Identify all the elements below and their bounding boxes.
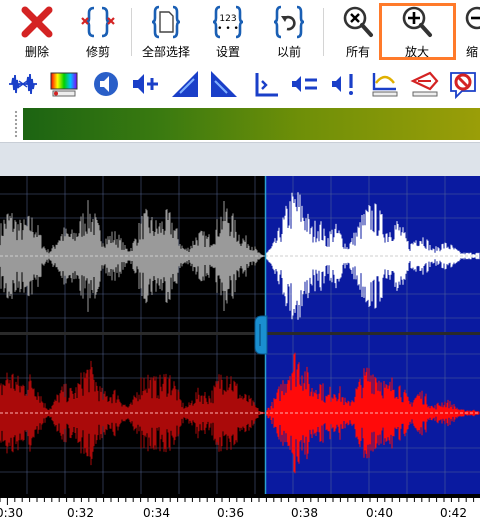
time-label: 0:42 (440, 506, 467, 518)
noise-removal-icon[interactable] (448, 69, 478, 99)
svg-text:123: 123 (219, 14, 236, 24)
time-label: 0:32 (67, 506, 94, 518)
spectrum-color-icon[interactable] (49, 69, 79, 99)
undo-arrow-icon (273, 5, 305, 39)
zoom-out-label: 缩 (466, 45, 479, 59)
settings-numbers-icon: 123 • • • (212, 5, 244, 39)
zoom-all-label: 所有 (345, 45, 370, 59)
time-label: 0:40 (366, 506, 393, 518)
zoom-all-button[interactable]: 所有 (340, 4, 376, 62)
delete-button[interactable]: 删除 (18, 4, 56, 62)
toolbar-separator (323, 8, 324, 56)
svg-text:• • •: • • • (217, 24, 239, 34)
select-all-icon (151, 5, 181, 39)
delete-x-icon (21, 6, 53, 38)
trim-label: 修剪 (85, 45, 110, 59)
fade-out-icon[interactable] (209, 69, 239, 99)
time-label: 0:38 (291, 506, 318, 518)
level-meter-bar (0, 104, 480, 142)
equalize-icon[interactable] (290, 69, 320, 99)
channel-divider (0, 332, 480, 335)
normalize-icon[interactable] (252, 69, 282, 99)
reverse-arrow-icon[interactable] (410, 69, 440, 99)
toolbar-grip[interactable] (14, 110, 18, 138)
waveform-compress-icon[interactable] (8, 69, 38, 99)
zoom-out-button[interactable]: 缩 (462, 4, 480, 62)
undo-label: 以前 (276, 45, 301, 59)
trim-braces-icon (81, 6, 115, 38)
effects-toolbar (0, 64, 480, 104)
time-label: 0:34 (143, 506, 170, 518)
trim-button[interactable]: 修剪 (78, 4, 118, 62)
alert-volume-icon[interactable] (330, 69, 360, 99)
time-label: 0:36 (217, 506, 244, 518)
select-all-label: 全部选择 (141, 45, 190, 59)
zoom-in-highlight (379, 3, 456, 60)
delete-label: 删除 (24, 45, 49, 59)
speaker-icon[interactable] (91, 69, 121, 99)
select-all-button[interactable]: 全部选择 (140, 4, 192, 62)
magnifier-x-icon (343, 6, 373, 37)
amplify-icon[interactable] (130, 69, 160, 99)
undo-button[interactable]: 以前 (269, 4, 309, 62)
waveform-overview-strip[interactable] (0, 142, 480, 177)
settings-label: 设置 (215, 45, 240, 59)
pitch-slider-icon[interactable] (370, 69, 400, 99)
settings-button[interactable]: 123 • • • 设置 (208, 4, 248, 62)
waveform-editor[interactable] (0, 176, 480, 494)
timeline-ruler[interactable]: 0:30 0:32 0:34 0:36 0:38 0:40 0:42 (0, 494, 480, 518)
level-meter (23, 108, 480, 140)
toolbar-separator (131, 8, 132, 56)
time-label: 0:30 (0, 506, 23, 518)
playhead-handle[interactable] (254, 315, 268, 355)
fade-in-icon[interactable] (170, 69, 200, 99)
magnifier-minus-icon (465, 6, 480, 30)
main-toolbar: 删除 修剪 全部选择 123 • • • 设置 以前 所有 放大 缩 (0, 0, 480, 64)
